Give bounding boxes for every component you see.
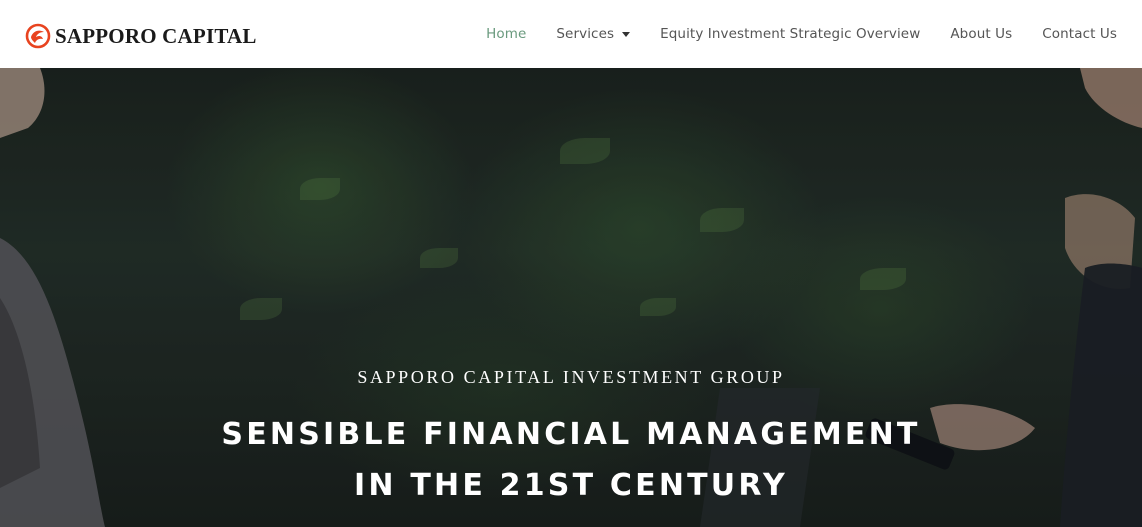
nav-equity-investment[interactable]: Equity Investment Strategic Overview — [660, 26, 920, 42]
top-navbar: SAPPORO CAPITAL Home Services Equity Inv… — [0, 0, 1142, 68]
nav-about-label: About Us — [950, 26, 1013, 42]
main-nav: Home Services Equity Investment Strategi… — [456, 0, 1117, 68]
nav-about-us[interactable]: About Us — [950, 26, 1012, 42]
nav-contact-us[interactable]: Contact Us — [1042, 26, 1117, 42]
nav-services-label: Services — [556, 26, 615, 42]
nav-home[interactable]: Home — [486, 26, 526, 42]
brand-name: SAPPORO CAPITAL — [55, 24, 257, 48]
brand-logo[interactable]: SAPPORO CAPITAL — [24, 22, 257, 50]
hero-headline-line2: IN THE 21ST CENTURY — [354, 468, 788, 503]
nav-services[interactable]: Services — [556, 26, 631, 42]
nav-equity-label: Equity Investment Strategic Overview — [660, 26, 921, 42]
nav-contact-label: Contact Us — [1042, 26, 1117, 42]
hero-eyebrow: SAPPORO CAPITAL INVESTMENT GROUP — [357, 367, 785, 387]
caret-down-icon — [622, 32, 631, 37]
nav-home-label: Home — [486, 26, 527, 42]
phoenix-logo-icon — [25, 23, 51, 49]
hero-banner: SAPPORO CAPITAL INVESTMENT GROUP SENSIBL… — [0, 68, 1142, 527]
hero-headline-line1: SENSIBLE FINANCIAL MANAGEMENT — [221, 417, 921, 452]
